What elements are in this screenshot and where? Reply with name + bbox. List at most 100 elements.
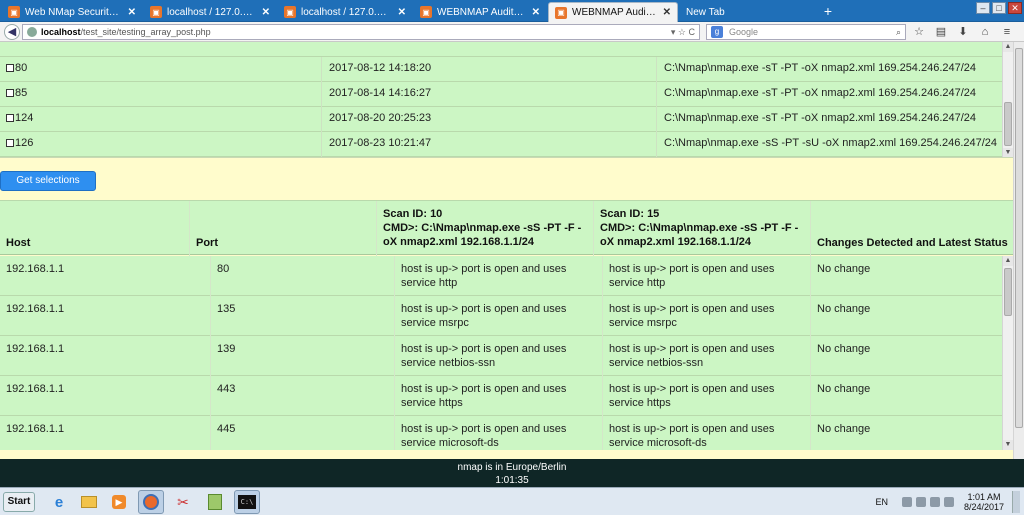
show-hidden-icons-icon[interactable]	[901, 497, 912, 507]
status-cell: No change	[810, 336, 1002, 376]
scan-a-cell: host is up-> port is open and uses servi…	[394, 256, 602, 296]
back-arrow-icon[interactable]: ◀	[4, 24, 20, 40]
table-header: Host Port Scan ID: 10 CMD>: C:\Nmap\nmap.…	[0, 200, 1014, 256]
close-window-icon[interactable]: ✕	[1008, 2, 1022, 14]
system-clock[interactable]: 1:01 AM 8/24/2017	[964, 492, 1004, 512]
scan-a-command: CMD>: C:\Nmap\nmap.exe -sS -PT -F -oX nm…	[383, 222, 582, 248]
results-scrollbar[interactable]: ▲ ▼	[1002, 256, 1013, 450]
close-icon[interactable]: ✕	[262, 7, 270, 18]
scan-id: 126	[15, 137, 34, 149]
column-header-port: Port	[189, 201, 376, 256]
scan-list-scrollbar[interactable]: ▲ ▼	[1002, 42, 1013, 157]
table-row: 192.168.1.1 135 host is up-> port is ope…	[0, 296, 1002, 336]
table-row: 192.168.1.1 80 host is up-> port is open…	[0, 256, 1002, 296]
close-icon[interactable]: ✕	[663, 7, 671, 18]
table-row: 126 2017-08-23 10:21:47 C:\Nmap\nmap.exe…	[0, 132, 1002, 157]
home-icon[interactable]: ⌂	[978, 25, 992, 39]
scan-b-cell: host is up-> port is open and uses servi…	[602, 376, 810, 416]
snipping-tool-icon[interactable]: ✂	[170, 490, 196, 514]
show-desktop-button[interactable]	[1012, 491, 1020, 513]
close-icon[interactable]: ✕	[398, 7, 406, 18]
host-cell: 192.168.1.1	[6, 423, 65, 435]
scan-checkbox[interactable]	[6, 139, 14, 147]
orange-app-icon: ▣	[420, 6, 432, 18]
browser-tab[interactable]: ▣ localhost / 127.0.0.1 / auditd... ✕	[144, 2, 276, 22]
search-icon[interactable]: ⌕	[896, 27, 901, 38]
scrollbar-thumb[interactable]	[1004, 102, 1012, 146]
new-tab-button[interactable]: +	[820, 3, 836, 19]
table-row: 192.168.1.1 445 host is up-> port is ope…	[0, 416, 1002, 450]
action-center-flag-icon[interactable]	[943, 497, 954, 507]
start-button[interactable]: Start	[3, 492, 35, 512]
table-row	[0, 42, 1002, 57]
scan-a-cell: host is up-> port is open and uses servi…	[394, 296, 602, 336]
network-icon[interactable]	[915, 497, 926, 507]
scrollbar-thumb[interactable]	[1015, 48, 1023, 428]
scroll-down-arrow-icon[interactable]: ▼	[1003, 440, 1013, 450]
close-icon[interactable]: ✕	[532, 7, 540, 18]
address-bar[interactable]: localhost /test_site/testing_array_post.…	[22, 24, 700, 40]
scan-b-cell: host is up-> port is open and uses servi…	[602, 296, 810, 336]
scan-date: 2017-08-23 10:21:47	[321, 132, 656, 157]
port-cell: 139	[210, 336, 394, 376]
scan-command: C:\Nmap\nmap.exe -sS -PT -sU -oX nmap2.x…	[656, 132, 1002, 157]
minimize-icon[interactable]: –	[976, 2, 990, 14]
scan-checkbox[interactable]	[6, 114, 14, 122]
internet-explorer-icon[interactable]: e	[46, 490, 72, 514]
reload-icon[interactable]: ▾ ☆ C	[671, 27, 695, 38]
language-indicator[interactable]: EN	[875, 497, 888, 507]
column-header-scan-a: Scan ID: 10 CMD>: C:\Nmap\nmap.exe -sS -P…	[376, 201, 593, 256]
browser-tab-active[interactable]: ▣ WEBNMAP Audit Tool ✕	[548, 2, 678, 22]
browser-tab[interactable]: ▣ WEBNMAP Audit Tool ✕	[414, 2, 546, 22]
scan-command: C:\Nmap\nmap.exe -sT -PT -oX nmap2.xml 1…	[656, 107, 1002, 132]
scrollbar-thumb[interactable]	[1004, 268, 1012, 316]
page-scrollbar[interactable]	[1013, 42, 1024, 460]
scan-command: C:\Nmap\nmap.exe -sT -PT -oX nmap2.xml 1…	[656, 82, 1002, 107]
scan-b-id: Scan ID: 15	[600, 208, 660, 220]
firefox-icon[interactable]	[138, 490, 164, 514]
file-explorer-icon[interactable]	[76, 490, 102, 514]
close-icon[interactable]: ✕	[128, 7, 136, 18]
host-cell: 192.168.1.1	[6, 343, 65, 355]
get-selections-button[interactable]: Get selections	[0, 171, 96, 191]
media-player-icon[interactable]: ▶	[106, 490, 132, 514]
browser-tab-strip: ▣ Web NMap Security Auditing ... ✕ ▣ loc…	[0, 0, 1024, 22]
tab-title: localhost / 127.0.0.1 / auditd...	[301, 6, 392, 18]
command-prompt-icon[interactable]: C:\	[234, 490, 260, 514]
table-row: 124 2017-08-20 20:25:23 C:\Nmap\nmap.exe…	[0, 107, 1002, 132]
browser-tab[interactable]: ▣ localhost / 127.0.0.1 / auditd... ✕	[278, 2, 412, 22]
site-identity-icon[interactable]	[27, 27, 37, 37]
host-cell: 192.168.1.1	[6, 383, 65, 395]
search-box[interactable]: g Google ⌕	[706, 24, 906, 40]
status-timezone: nmap is in Europe/Berlin	[457, 462, 567, 473]
scroll-up-arrow-icon[interactable]: ▲	[1003, 256, 1013, 266]
browser-tab[interactable]: ▣ Web NMap Security Auditing ... ✕	[2, 2, 142, 22]
download-icon[interactable]: ⬇	[956, 25, 970, 39]
column-header-changes: Changes Detected and Latest Status	[810, 201, 1014, 256]
column-header-host: Host	[6, 237, 31, 249]
notepad-icon[interactable]	[202, 490, 228, 514]
volume-icon[interactable]	[929, 497, 940, 507]
scan-command: C:\Nmap\nmap.exe -sT -PT -oX nmap2.xml 1…	[656, 57, 1002, 82]
clipboard-icon[interactable]: ▤	[934, 25, 948, 39]
scan-checkbox[interactable]	[6, 89, 14, 97]
comparison-table: Host Port Scan ID: 10 CMD>: C:\Nmap\nmap.…	[0, 200, 1014, 450]
google-search-engine-icon[interactable]: g	[711, 26, 723, 38]
browser-tab[interactable]: New Tab	[680, 2, 814, 22]
clock-date: 8/24/2017	[963, 502, 1004, 512]
scan-b-cell: host is up-> port is open and uses servi…	[602, 336, 810, 376]
scan-checkbox[interactable]	[6, 64, 14, 72]
port-cell: 443	[210, 376, 394, 416]
bookmark-star-icon[interactable]: ☆	[912, 25, 926, 39]
scroll-down-arrow-icon[interactable]: ▼	[1003, 148, 1013, 157]
port-cell: 445	[210, 416, 394, 450]
column-header-scan-b: Scan ID: 15 CMD>: C:\Nmap\nmap.exe -sS -P…	[593, 201, 810, 256]
tab-title: localhost / 127.0.0.1 / auditd...	[167, 6, 256, 18]
scan-id: 80	[15, 62, 28, 74]
maximize-icon[interactable]: □	[992, 2, 1006, 14]
tab-title: WEBNMAP Audit Tool	[437, 6, 526, 18]
menu-icon[interactable]: ≡	[1000, 25, 1014, 39]
scroll-up-arrow-icon[interactable]: ▲	[1003, 42, 1013, 52]
windows-taskbar: Start e ▶ ✂ C:\ EN 1:01 AM 8/24/2017	[0, 487, 1024, 515]
orange-app-icon: ▣	[284, 6, 296, 18]
